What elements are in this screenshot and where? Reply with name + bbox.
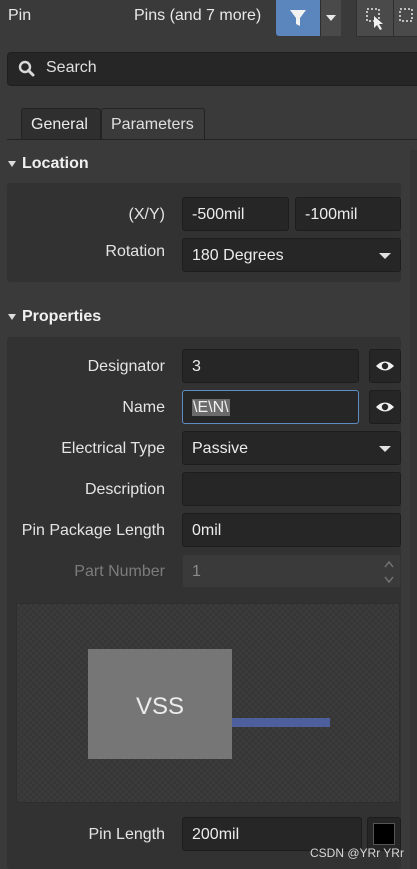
chevron-down-icon (326, 15, 336, 21)
location-section-header[interactable]: Location (0, 150, 417, 180)
eye-icon (376, 361, 394, 371)
chevron-down-icon (379, 253, 391, 259)
designator-label: Designator (87, 358, 165, 375)
scrollbar[interactable] (410, 150, 417, 869)
collapse-triangle-icon (8, 314, 16, 320)
name-value: \E\N\ (192, 399, 230, 416)
pin-color-swatch (373, 823, 395, 845)
designator-visibility-button[interactable] (369, 349, 401, 383)
select-cursor-icon (366, 8, 383, 30)
designator-field[interactable]: 3 (182, 349, 359, 383)
select-mode-button[interactable] (393, 0, 417, 37)
tab-parameters[interactable]: Parameters (101, 108, 205, 140)
pin-length-label: Pin Length (88, 826, 165, 843)
electrical-type-label: Electrical Type (61, 440, 165, 457)
description-field[interactable] (182, 472, 401, 506)
name-label: Name (122, 399, 165, 416)
part-number-label: Part Number (74, 563, 165, 580)
panel-title: Pin (8, 7, 32, 24)
filter-summary[interactable]: Pins (and 7 more) (134, 7, 261, 25)
funnel-icon (290, 10, 306, 26)
tab-divider (7, 139, 417, 140)
properties-section-header[interactable]: Properties (0, 303, 417, 333)
electrical-type-value: Passive (192, 440, 249, 457)
search-placeholder: Search (46, 59, 97, 76)
filter-button[interactable] (276, 0, 320, 36)
select-mode-icon (399, 8, 413, 22)
spinner-icon (384, 560, 394, 584)
part-number-field: 1 (182, 554, 401, 588)
properties-section-title: Properties (22, 308, 102, 325)
tab-general[interactable]: General (21, 108, 101, 140)
search-icon (18, 60, 36, 82)
name-field[interactable]: \E\N\ (182, 390, 359, 424)
filter-dropdown-button[interactable] (320, 0, 341, 36)
rotation-value: 180 Degrees (192, 247, 284, 264)
rotation-label: Rotation (105, 243, 165, 260)
name-visibility-button[interactable] (369, 390, 401, 424)
y-position-field[interactable]: -100mil (295, 197, 401, 231)
pin-preview-name: VSS (135, 693, 185, 720)
select-tool-button[interactable] (356, 0, 394, 37)
collapse-triangle-icon (8, 161, 16, 167)
watermark: CSDN @YRr YRr (310, 846, 404, 860)
xy-label: (X/Y) (128, 206, 165, 223)
electrical-type-select[interactable]: Passive (182, 431, 401, 465)
rotation-select[interactable]: 180 Degrees (182, 238, 401, 272)
location-section-title: Location (22, 155, 89, 172)
description-label: Description (84, 481, 165, 498)
x-position-field[interactable]: -500mil (182, 197, 289, 231)
pin-preview-line (232, 718, 330, 727)
pin-package-length-label: Pin Package Length (21, 522, 165, 539)
chevron-down-icon (379, 446, 391, 452)
part-number-value: 1 (192, 563, 201, 580)
eye-icon (376, 402, 394, 412)
pin-package-length-field[interactable]: 0mil (182, 513, 401, 547)
